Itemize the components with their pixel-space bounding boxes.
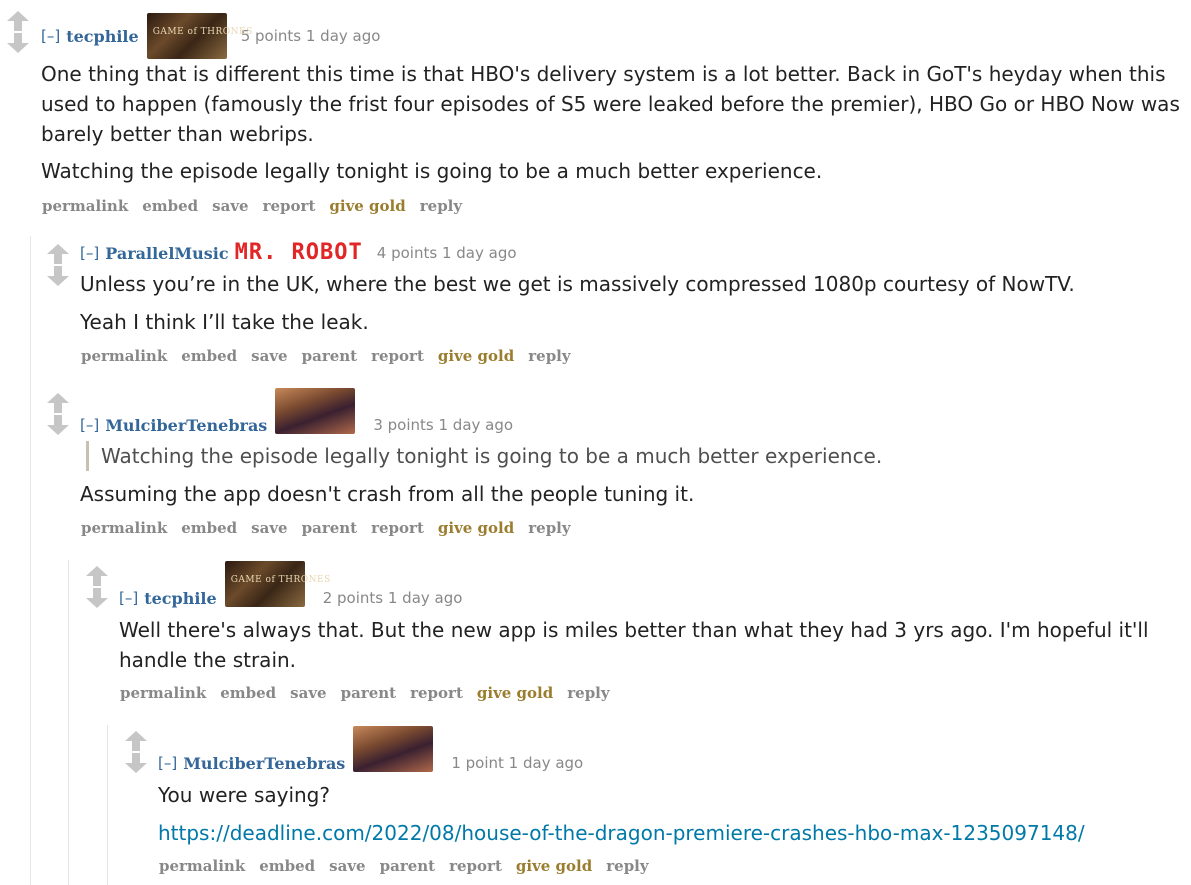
permalink-link[interactable]: permalink (159, 857, 245, 875)
score: 4 points 1 day ago (376, 244, 517, 262)
downvote-arrow-icon[interactable] (124, 752, 148, 774)
upvote-arrow-icon[interactable] (124, 730, 148, 752)
author-link[interactable]: ParallelMusic (105, 244, 228, 263)
user-flair-image (275, 388, 356, 434)
embed-link[interactable]: embed (142, 197, 198, 215)
report-link[interactable]: report (449, 857, 502, 875)
comment-tagline: [–] tecphile GAME of THRONES 5 points 1 … (41, 6, 380, 66)
permalink-link[interactable]: permalink (81, 347, 167, 365)
comment-body: Unless you’re in the UK, where the best … (80, 269, 1180, 337)
author-link[interactable]: tecphile (66, 27, 138, 46)
save-link[interactable]: save (251, 519, 287, 537)
give-gold-link[interactable]: give gold (438, 519, 514, 537)
comment-tagline: [–] tecphile GAME of THRONES 2 points 1 … (119, 561, 462, 609)
save-link[interactable]: save (290, 684, 326, 702)
report-link[interactable]: report (371, 519, 424, 537)
reply-link[interactable]: reply (528, 519, 570, 537)
comment-buttons: permalink embed save parent report give gold r… (120, 684, 624, 702)
user-flair-image: GAME of THRONES (224, 561, 330, 607)
comment-tagline: [–] MulciberTenebras 1 point 1 day ago (158, 726, 583, 774)
collapse-toggle[interactable]: [–] (80, 244, 99, 262)
author-link[interactable]: MulciberTenebras (105, 416, 267, 435)
report-link[interactable]: report (263, 197, 316, 215)
downvote-arrow-icon[interactable] (46, 265, 70, 287)
comment-paragraph: Watching the episode legally tonight is … (41, 159, 823, 183)
save-link[interactable]: save (251, 347, 287, 365)
downvote-arrow-icon[interactable] (46, 414, 70, 436)
collapse-toggle[interactable]: [–] (158, 754, 177, 772)
quoted-text: Watching the episode legally tonight is … (86, 441, 1176, 471)
upvote-arrow-icon[interactable] (85, 565, 109, 587)
save-link[interactable]: save (329, 857, 365, 875)
give-gold-link[interactable]: give gold (438, 347, 514, 365)
comment-buttons: permalink embed save parent report give gold r… (159, 857, 663, 875)
comment-body: Watching the episode legally tonight is … (86, 441, 1176, 471)
thread-line (30, 236, 31, 885)
embed-link[interactable]: embed (259, 857, 315, 875)
user-flair-text: MR. ROBOT (234, 240, 363, 265)
parent-link[interactable]: parent (302, 519, 358, 537)
report-link[interactable]: report (410, 684, 463, 702)
reply-link[interactable]: reply (528, 347, 570, 365)
parent-link[interactable]: parent (380, 857, 436, 875)
score: 5 points 1 day ago (240, 27, 381, 45)
comment-body: Assuming the app doesn't crash from all … (80, 479, 1170, 509)
permalink-link[interactable]: permalink (120, 684, 206, 702)
comment-buttons: permalink embed save parent report give gold r… (81, 347, 585, 365)
author-link[interactable]: MulciberTenebras (183, 754, 345, 773)
score: 1 point 1 day ago (451, 754, 584, 772)
downvote-arrow-icon[interactable] (6, 32, 30, 54)
comment-paragraph: Well there's always that. But the new ap… (119, 618, 1149, 672)
thread-line (107, 725, 108, 885)
reply-link[interactable]: reply (606, 857, 648, 875)
thread-line (68, 560, 69, 885)
score: 3 points 1 day ago (373, 416, 514, 434)
user-flair-image (353, 726, 434, 772)
comment-paragraph: One thing that is different this time is… (41, 62, 1180, 146)
collapse-toggle[interactable]: [–] (80, 416, 99, 434)
comment-body: One thing that is different this time is… (41, 59, 1181, 186)
parent-link[interactable]: parent (302, 347, 358, 365)
comment-tagline: [–] ParallelMusic MR. ROBOT 4 points 1 d… (80, 239, 517, 267)
comment-buttons: permalink embed save parent report give gold r… (81, 519, 585, 537)
score: 2 points 1 day ago (322, 589, 463, 607)
report-link[interactable]: report (371, 347, 424, 365)
flair-text: GAME of THRONES (152, 27, 253, 37)
permalink-link[interactable]: permalink (42, 197, 128, 215)
give-gold-link[interactable]: give gold (516, 857, 592, 875)
collapse-toggle[interactable]: [–] (41, 27, 60, 45)
flair-text: GAME of THRONES (230, 575, 331, 585)
comment-paragraph: Assuming the app doesn't crash from all … (80, 482, 695, 506)
give-gold-link[interactable]: give gold (329, 197, 405, 215)
comment-paragraph: Yeah I think I’ll take the leak. (80, 310, 369, 334)
author-link[interactable]: tecphile (144, 589, 216, 608)
comment-paragraph: You were saying? (158, 783, 330, 807)
parent-link[interactable]: parent (341, 684, 397, 702)
downvote-arrow-icon[interactable] (85, 587, 109, 609)
reply-link[interactable]: reply (567, 684, 609, 702)
user-flair-image: GAME of THRONES (146, 13, 252, 59)
embed-link[interactable]: embed (181, 519, 237, 537)
comment-paragraph: Unless you’re in the UK, where the best … (80, 272, 1075, 296)
embed-link[interactable]: embed (220, 684, 276, 702)
comment-buttons: permalink embed save report give gold reply (42, 197, 476, 215)
comment-tagline: [–] MulciberTenebras 3 points 1 day ago (80, 388, 513, 436)
give-gold-link[interactable]: give gold (477, 684, 553, 702)
reply-link[interactable]: reply (420, 197, 462, 215)
save-link[interactable]: save (212, 197, 248, 215)
embed-link[interactable]: embed (181, 347, 237, 365)
permalink-link[interactable]: permalink (81, 519, 167, 537)
comment-body: Well there's always that. But the new ap… (119, 615, 1183, 675)
upvote-arrow-icon[interactable] (46, 243, 70, 265)
upvote-arrow-icon[interactable] (46, 392, 70, 414)
comment-body: You were saying? https://deadline.com/20… (158, 780, 1183, 848)
comment-link[interactable]: https://deadline.com/2022/08/house-of-th… (158, 818, 1183, 848)
collapse-toggle[interactable]: [–] (119, 589, 138, 607)
upvote-arrow-icon[interactable] (6, 10, 30, 32)
